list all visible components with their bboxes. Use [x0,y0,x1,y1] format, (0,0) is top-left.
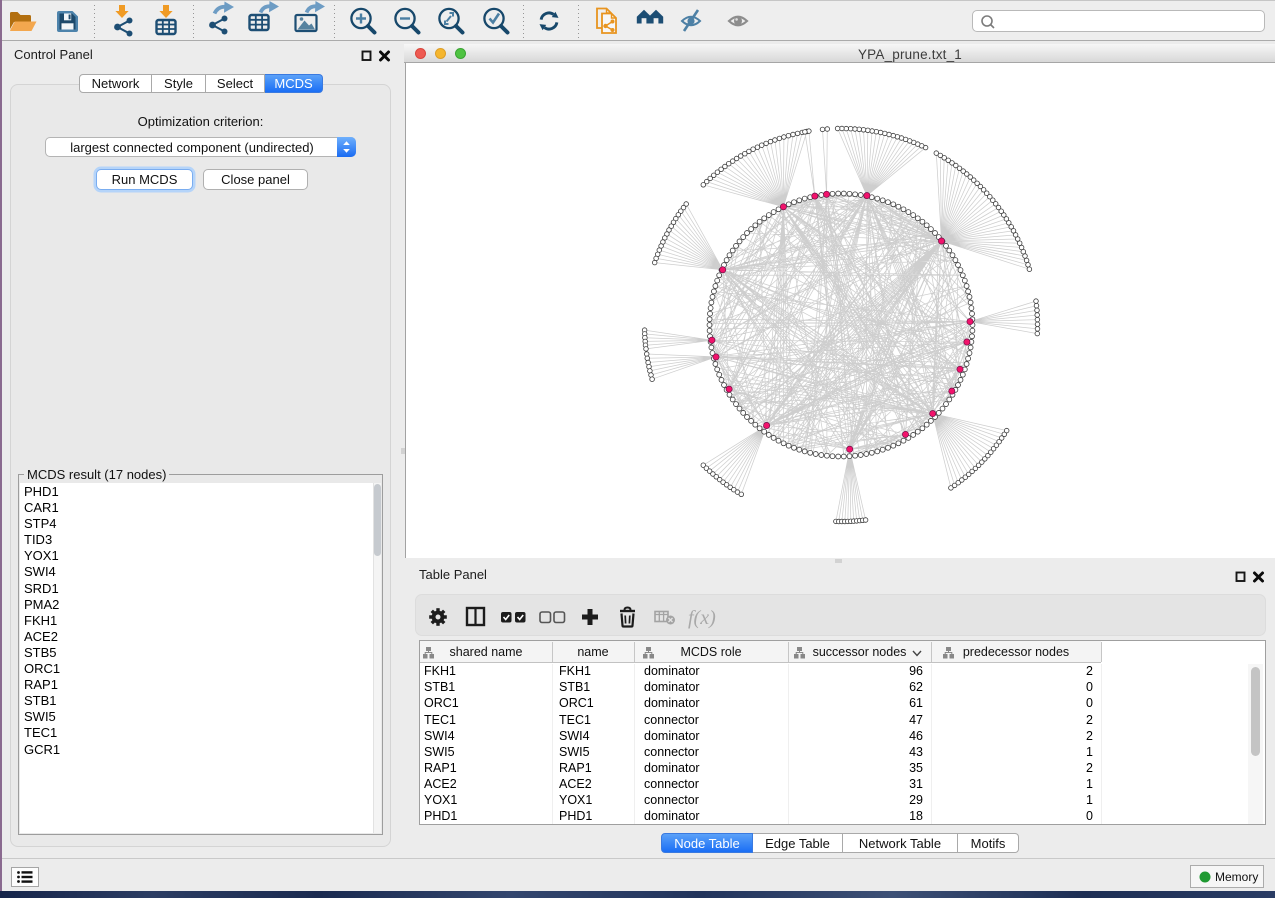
svg-text:f(x): f(x) [688,607,716,629]
